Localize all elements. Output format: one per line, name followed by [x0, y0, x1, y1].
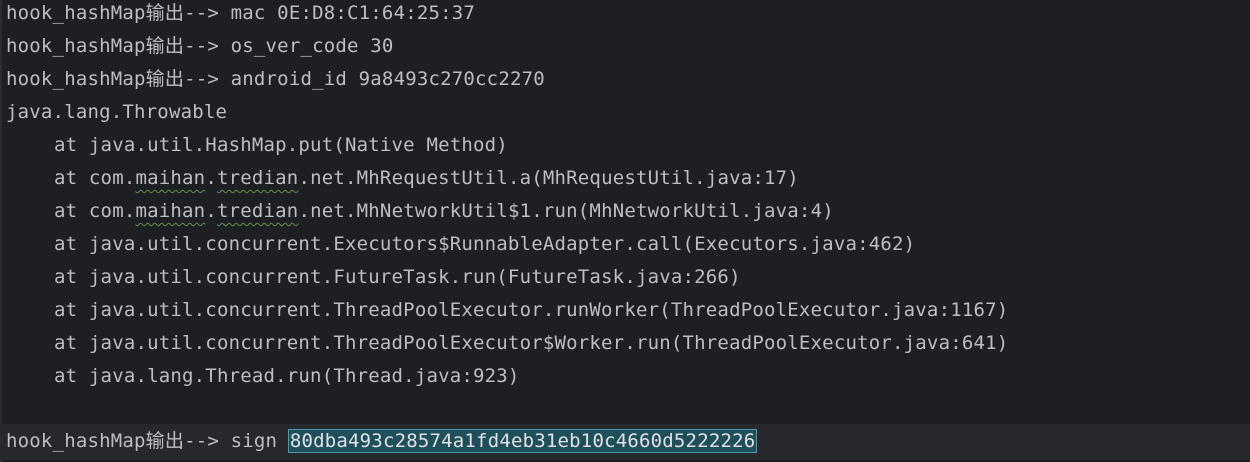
- stack-at: at: [54, 134, 89, 156]
- selected-sign-value[interactable]: 80dba493c28574a1fd4eb31eb10c4660d5222226: [287, 429, 758, 453]
- log-line-os-ver: hook_hashMap输出--> os_ver_code 30: [6, 30, 394, 63]
- stack-frame-text: java.util.concurrent.ThreadPoolExecutor$…: [88, 332, 1009, 354]
- stack-frame-link[interactable]: .net.MhRequestUtil.a(MhRequestUtil.java:…: [298, 167, 798, 189]
- log-prefix: hook_hashMap输出-->: [6, 68, 231, 90]
- log-line-android-id: hook_hashMap输出--> android_id 9a8493c270c…: [6, 63, 545, 96]
- stack-frame-text: .: [205, 167, 217, 189]
- stack-at: at: [54, 200, 89, 222]
- stack-frame-text: com.: [88, 200, 136, 222]
- log-key: sign: [230, 430, 289, 452]
- stack-frame: at com.maihan.tredian.net.MhNetworkUtil$…: [54, 195, 834, 228]
- log-text: mac 0E:D8:C1:64:25:37: [230, 2, 476, 24]
- stack-frame-text: java.util.concurrent.Executors$RunnableA…: [88, 233, 916, 255]
- typo-word: maihan: [135, 200, 206, 222]
- stack-at: at: [54, 167, 89, 189]
- stack-frame: at java.util.concurrent.ThreadPoolExecut…: [54, 294, 1008, 327]
- stack-frame-link[interactable]: .net.MhNetworkUtil$1.run(MhNetworkUtil.j…: [298, 200, 833, 222]
- log-text: android_id 9a8493c270cc2270: [230, 68, 545, 90]
- stack-frame: at java.util.concurrent.Executors$Runnab…: [54, 228, 915, 261]
- stack-frame: at java.util.HashMap.put(Native Method): [54, 129, 508, 162]
- stack-frame: at com.maihan.tredian.net.MhRequestUtil.…: [54, 162, 799, 195]
- stack-frame-text: com.: [88, 167, 136, 189]
- log-prefix: hook_hashMap输出-->: [6, 35, 231, 57]
- log-line-mac: hook_hashMap输出--> mac 0E:D8:C1:64:25:37: [6, 0, 475, 30]
- stack-frame-text: java.util.concurrent.ThreadPoolExecutor.…: [88, 299, 1009, 321]
- log-text: os_ver_code 30: [230, 35, 394, 57]
- stack-at: at: [54, 365, 89, 387]
- typo-word: tredian: [216, 167, 299, 189]
- log-prefix: hook_hashMap输出-->: [6, 2, 231, 24]
- stack-frame-text: java.util.HashMap.put(Native Method): [88, 134, 508, 156]
- log-line-sign[interactable]: hook_hashMap输出--> sign 80dba493c28574a1f…: [6, 425, 758, 458]
- stack-frame-text: java.util.concurrent.FutureTask.run(Futu…: [88, 266, 741, 288]
- console-gutter: [0, 0, 2, 462]
- exception-line: java.lang.Throwable: [6, 101, 228, 123]
- typo-word: tredian: [216, 200, 299, 222]
- log-prefix: hook_hashMap输出-->: [6, 430, 231, 452]
- stack-frame: at java.util.concurrent.ThreadPoolExecut…: [54, 327, 1008, 360]
- stack-at: at: [54, 266, 89, 288]
- stack-frame: at java.util.concurrent.FutureTask.run(F…: [54, 261, 741, 294]
- stack-at: at: [54, 233, 89, 255]
- stack-at: at: [54, 299, 89, 321]
- console-output[interactable]: hook_hashMap输出--> mac 0E:D8:C1:64:25:37 …: [0, 0, 1250, 462]
- stack-frame-text: java.lang.Thread.run(Thread.java:923): [88, 365, 520, 387]
- stack-frame: at java.lang.Thread.run(Thread.java:923): [54, 360, 520, 393]
- stack-frame-text: .: [205, 200, 217, 222]
- typo-word: maihan: [135, 167, 206, 189]
- stack-at: at: [54, 332, 89, 354]
